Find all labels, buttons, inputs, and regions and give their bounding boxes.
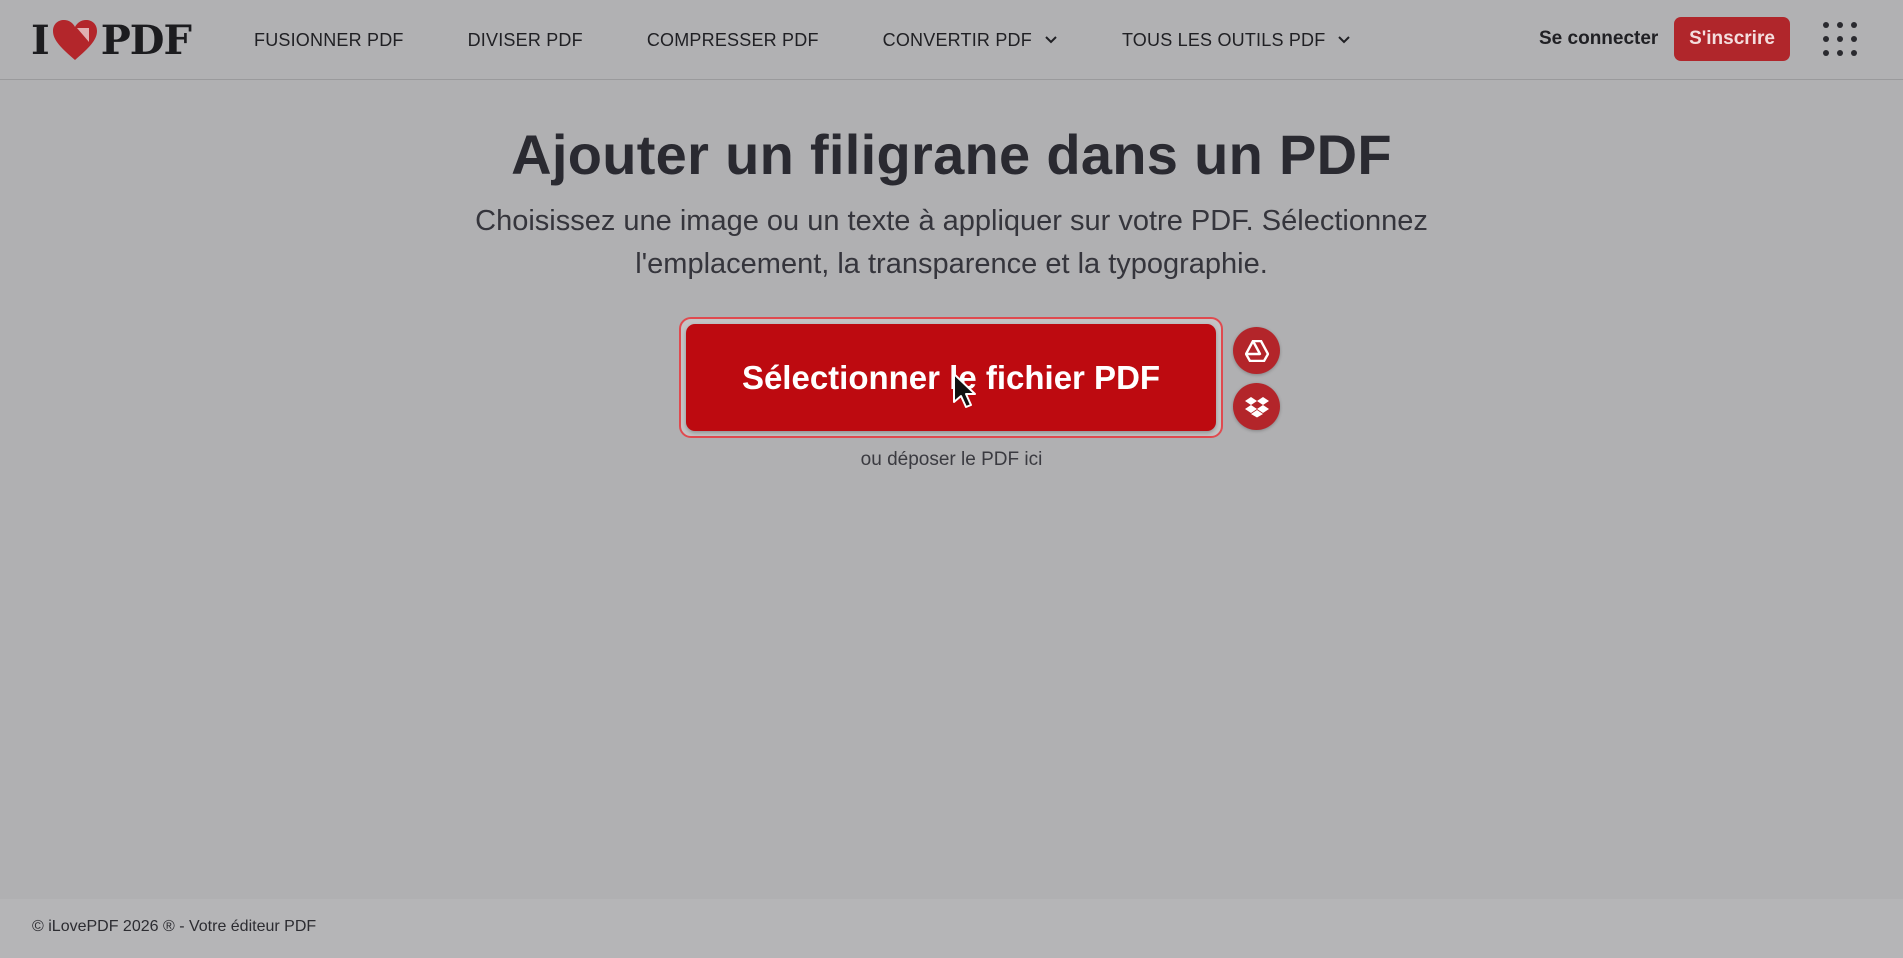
chevron-down-icon	[1045, 36, 1057, 44]
page-footer: © iLovePDF 2026 ® - Votre éditeur PDF	[0, 899, 1903, 958]
page-subtitle: Choisissez une image ou un texte à appli…	[475, 205, 1428, 280]
nav-label: DIVISER PDF	[467, 29, 583, 50]
google-drive-icon	[1244, 339, 1269, 362]
copyright-text: © iLovePDF 2026 ® - Votre éditeur PDF	[32, 918, 317, 935]
drop-hint-text: ou déposer le PDF ici	[860, 449, 1043, 470]
nav-compress-pdf[interactable]: COMPRESSER PDF	[647, 30, 819, 51]
ilovepdf-logo[interactable]: I PDF	[31, 16, 192, 64]
apps-grid-icon[interactable]	[1822, 21, 1858, 57]
dropbox-button[interactable]	[1233, 383, 1280, 430]
login-link[interactable]: Se connecter	[1539, 28, 1658, 50]
signup-button[interactable]: S'inscrire	[1674, 17, 1790, 61]
google-drive-button[interactable]	[1233, 327, 1280, 374]
nav-label: FUSIONNER PDF	[254, 29, 404, 50]
nav-label: TOUS LES OUTILS PDF	[1121, 29, 1326, 50]
logo-letter-i: I	[31, 16, 50, 64]
select-pdf-button[interactable]: Sélectionner le fichier PDF	[686, 324, 1216, 431]
nav-all-tools[interactable]: TOUS LES OUTILS PDF	[1122, 30, 1352, 51]
heart-logo-icon	[52, 20, 97, 60]
main-nav: FUSIONNER PDF DIVISER PDF COMPRESSER PDF…	[254, 0, 1415, 80]
page-title: Ajouter un filigrane dans un PDF	[511, 123, 1392, 186]
nav-convert-pdf[interactable]: CONVERTIR PDF	[883, 30, 1058, 51]
logo-text-pdf: PDF	[100, 16, 192, 64]
nav-label: CONVERTIR PDF	[882, 29, 1032, 50]
select-file-dropzone[interactable]: Sélectionner le fichier PDF	[679, 317, 1223, 438]
top-header: I PDF FUSIONNER PDF DIVISER PDF COMPRESS…	[0, 0, 1903, 80]
nav-split-pdf[interactable]: DIVISER PDF	[468, 30, 583, 51]
nav-label: COMPRESSER PDF	[646, 29, 819, 50]
chevron-down-icon	[1338, 36, 1351, 44]
nav-merge-pdf[interactable]: FUSIONNER PDF	[254, 30, 404, 51]
dropbox-icon	[1244, 396, 1269, 417]
